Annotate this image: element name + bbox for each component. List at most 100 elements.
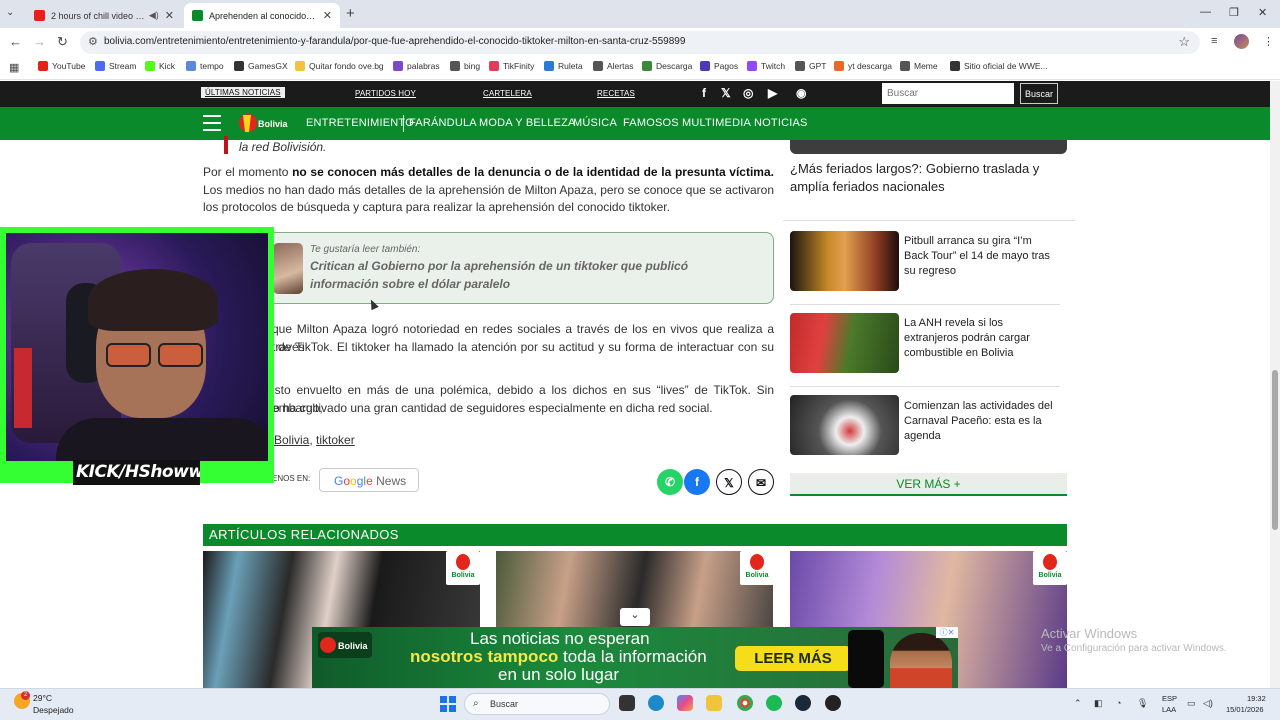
keyboard-layout[interactable]: LAA (1162, 705, 1176, 714)
taskbar-search[interactable]: ⌕ Buscar (464, 693, 610, 715)
language-indicator[interactable]: ESP (1162, 694, 1177, 703)
profile-avatar[interactable] (1234, 34, 1249, 49)
nav-noticias[interactable]: NOTICIAS (754, 117, 808, 129)
bookmark-item[interactable]: Kick (145, 61, 175, 71)
spotify-icon[interactable] (766, 695, 782, 711)
menu-icon[interactable]: ⋮ (1263, 35, 1274, 48)
site-info-icon[interactable]: ⚙ (88, 35, 98, 48)
bolivia-logo[interactable]: Bolivia (238, 111, 292, 136)
bookmark-item[interactable]: TikFinity (489, 61, 534, 71)
x-twitter-icon[interactable]: 𝕏 (721, 86, 731, 100)
close-tab-icon[interactable]: ✕ (323, 9, 332, 22)
instagram-alt-icon[interactable]: ◉ (796, 86, 806, 100)
maximize-icon[interactable]: ❐ (1229, 6, 1239, 19)
google-news-button[interactable]: Google News (319, 468, 419, 492)
read-also-title[interactable]: Critican al Gobierno por la aprehensión … (310, 257, 760, 293)
address-bar[interactable]: ⚙ bolivia.com/entretenimiento/entretenim… (80, 31, 1200, 54)
chrome-icon[interactable] (737, 695, 753, 711)
x-share-icon[interactable]: 𝕏 (716, 469, 742, 495)
tray-app-icon[interactable]: ◔ (1116, 698, 1121, 708)
bookmark-item[interactable]: Twitch (747, 61, 785, 71)
sidebar-item-image[interactable] (790, 313, 899, 373)
email-share-icon[interactable]: ✉ (748, 469, 774, 495)
hamburger-menu-icon[interactable] (203, 115, 221, 131)
bookmark-item[interactable]: Stream (95, 61, 136, 71)
back-icon[interactable]: ← (9, 34, 22, 49)
recipes-link[interactable]: RECETAS (597, 89, 635, 98)
nav-entretenimiento[interactable]: ENTRETENIMIENTO (306, 117, 414, 129)
sidebar-top-image[interactable] (790, 140, 1067, 154)
cartelera-link[interactable]: CARTELERA (483, 89, 532, 98)
weather-description[interactable]: Despejado (33, 705, 74, 715)
tag-link[interactable]: Bolivia (274, 433, 309, 447)
bookmark-item[interactable]: Sitio oficial de WWE... (950, 61, 1048, 71)
windows-start-icon[interactable] (440, 696, 456, 712)
apps-grid-icon[interactable]: ▦ (9, 61, 19, 74)
bookmark-item[interactable]: tempo (186, 61, 224, 71)
file-explorer-icon[interactable] (706, 695, 722, 711)
scrollbar-thumb[interactable] (1272, 370, 1278, 530)
copilot-icon[interactable] (677, 695, 693, 711)
facebook-icon[interactable]: f (702, 86, 706, 100)
read-also-card[interactable]: Te gustaría leer también: Critican al Go… (265, 232, 774, 304)
bookmark-item[interactable]: bing (450, 61, 480, 71)
nav-multimedia[interactable]: MULTIMEDIA (682, 117, 751, 129)
instagram-icon[interactable]: ◎ (743, 86, 753, 100)
volume-icon[interactable]: ◁) (1203, 698, 1213, 709)
bookmark-item[interactable]: YouTube (38, 61, 85, 71)
tab-youtube[interactable]: 2 hours of chill video game music ◀) ✕ (26, 3, 182, 28)
nav-farandula[interactable]: FARÁNDULA (409, 117, 477, 129)
bookmark-item[interactable]: palabras (393, 61, 440, 71)
sidebar-item-image[interactable] (790, 395, 899, 455)
minimize-icon[interactable]: — (1200, 6, 1211, 18)
obs-icon[interactable] (825, 695, 841, 711)
bookmark-item[interactable]: Ruleta (544, 61, 583, 71)
forward-icon[interactable]: → (33, 34, 46, 49)
sidebar-item-image[interactable] (790, 231, 899, 291)
sidebar-item-title[interactable]: La ANH revela si los extranjeros podrán … (904, 316, 1059, 361)
ad-read-more-button[interactable]: LEER MÁS (735, 646, 851, 671)
bookmark-item[interactable]: Meme (900, 61, 938, 71)
nav-famosos[interactable]: FAMOSOS (623, 117, 679, 129)
close-tab-icon[interactable]: ✕ (165, 9, 174, 22)
clock-time[interactable]: 19:32 (1247, 694, 1266, 703)
sidebar-item-title[interactable]: Comienzan las actividades del Carnaval P… (904, 399, 1059, 444)
task-view-icon[interactable] (619, 695, 635, 711)
whatsapp-share-icon[interactable]: ✆ (657, 469, 683, 495)
chevron-down-icon[interactable]: ⌄ (620, 608, 650, 626)
bookmark-item[interactable]: yt descarga (834, 61, 892, 71)
steam-icon[interactable] (795, 695, 811, 711)
latest-news-link[interactable]: ÚLTIMAS NOTICIAS (201, 87, 285, 98)
nav-moda-belleza[interactable]: MODA Y BELLEZA (479, 117, 576, 129)
bookmark-item[interactable]: Alertas (593, 61, 633, 71)
edge-icon[interactable] (648, 695, 664, 711)
sidebar-headline[interactable]: ¿Más feriados largos?: Gobierno traslada… (790, 160, 1060, 196)
ad-banner[interactable]: Bolivia Las noticias no esperan nosotros… (312, 627, 958, 688)
tray-app-icon[interactable]: ◧ (1094, 698, 1103, 709)
bookmark-item[interactable]: Quitar fondo ove.bg (295, 61, 384, 71)
site-search-input[interactable] (882, 83, 1014, 104)
tray-chevron-icon[interactable]: ⌃ (1074, 698, 1082, 709)
nav-musica[interactable]: MÚSICA (573, 117, 617, 129)
site-search-button[interactable]: Buscar (1020, 83, 1058, 104)
new-tab-icon[interactable]: + (346, 5, 355, 22)
reload-icon[interactable]: ↻ (57, 34, 68, 50)
clock-date[interactable]: 15/01/2026 (1226, 705, 1264, 714)
bookmark-star-icon[interactable]: ☆ (1178, 34, 1190, 50)
temperature[interactable]: 29°C (33, 693, 52, 703)
bookmark-item[interactable]: Pagos (700, 61, 738, 71)
tag-link[interactable]: tiktoker (316, 433, 355, 447)
matches-today-link[interactable]: PARTIDOS HOY (355, 89, 416, 98)
bookmark-item[interactable]: GPT (795, 61, 826, 71)
tab-bolivia[interactable]: Aprehenden al conocido tiktoker ✕ (184, 3, 340, 28)
network-icon[interactable]: ▭ (1187, 698, 1196, 709)
url-text[interactable]: bolivia.com/entretenimiento/entretenimie… (104, 36, 685, 47)
bookmark-item[interactable]: GamesGX (234, 61, 288, 71)
microphone-icon[interactable]: 🎙 (1137, 698, 1148, 709)
facebook-share-icon[interactable]: f (684, 469, 710, 495)
see-more-button[interactable]: VER MÁS + (790, 473, 1067, 496)
speaker-icon[interactable]: ◀) (149, 10, 159, 21)
sidebar-item-title[interactable]: Pitbull arranca su gira “I’m Back Tour” … (904, 234, 1059, 279)
bookmark-item[interactable]: Descarga (642, 61, 692, 71)
close-window-icon[interactable]: ✕ (1258, 6, 1267, 19)
